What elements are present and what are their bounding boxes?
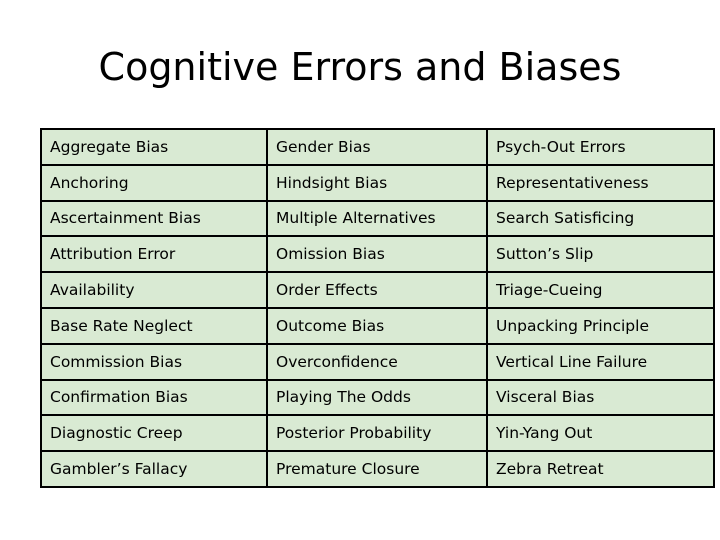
- table-cell: Aggregate Bias: [40, 128, 268, 166]
- table-cell: Base Rate Neglect: [40, 306, 268, 345]
- cognitive-bias-table: Aggregate Bias Gender Bias Psych-Out Err…: [40, 128, 715, 488]
- slide: Cognitive Errors and Biases Aggregate Bi…: [0, 0, 720, 540]
- table-cell: Yin-Yang Out: [486, 414, 715, 453]
- table-row: Diagnostic Creep Posterior Probability Y…: [40, 414, 715, 453]
- table-cell: Attribution Error: [40, 235, 268, 274]
- page-title: Cognitive Errors and Biases: [98, 45, 622, 89]
- table-cell: Diagnostic Creep: [40, 414, 268, 453]
- table-cell: Zebra Retreat: [486, 450, 715, 488]
- table-row: Ascertainment Bias Multiple Alternatives…: [40, 199, 715, 238]
- table-cell: Hindsight Bias: [266, 163, 488, 202]
- table-cell: Search Satisficing: [486, 199, 715, 238]
- table-cell: Unpacking Principle: [486, 306, 715, 345]
- table-cell: Representativeness: [486, 163, 715, 202]
- table-cell: Gambler’s Fallacy: [40, 450, 268, 488]
- table-cell: Triage-Cueing: [486, 271, 715, 309]
- table-cell: Outcome Bias: [266, 306, 488, 345]
- table-cell: Posterior Probability: [266, 414, 488, 453]
- table-cell: Premature Closure: [266, 450, 488, 488]
- table-cell: Commission Bias: [40, 342, 268, 381]
- table-cell: Multiple Alternatives: [266, 199, 488, 238]
- table-body: Aggregate Bias Gender Bias Psych-Out Err…: [40, 128, 715, 488]
- table-cell: Anchoring: [40, 163, 268, 202]
- table-cell: Vertical Line Failure: [486, 342, 715, 381]
- table-cell: Visceral Bias: [486, 378, 715, 417]
- table-row: Anchoring Hindsight Bias Representativen…: [40, 163, 715, 202]
- table-row: Confirmation Bias Playing The Odds Visce…: [40, 378, 715, 417]
- table-cell: Gender Bias: [266, 128, 488, 166]
- table-row: Attribution Error Omission Bias Sutton’s…: [40, 235, 715, 274]
- table-cell: Playing The Odds: [266, 378, 488, 417]
- table-row: Gambler’s Fallacy Premature Closure Zebr…: [40, 450, 715, 488]
- table-cell: Order Effects: [266, 271, 488, 309]
- table-row: Availability Order Effects Triage-Cueing: [40, 271, 715, 309]
- table-row: Commission Bias Overconfidence Vertical …: [40, 342, 715, 381]
- table-cell: Omission Bias: [266, 235, 488, 274]
- table-cell: Overconfidence: [266, 342, 488, 381]
- table-cell: Sutton’s Slip: [486, 235, 715, 274]
- table-cell: Availability: [40, 271, 268, 309]
- table-cell: Ascertainment Bias: [40, 199, 268, 238]
- table-cell: Psych-Out Errors: [486, 128, 715, 166]
- table-cell: Confirmation Bias: [40, 378, 268, 417]
- table-row: Base Rate Neglect Outcome Bias Unpacking…: [40, 306, 715, 345]
- table-row: Aggregate Bias Gender Bias Psych-Out Err…: [40, 128, 715, 166]
